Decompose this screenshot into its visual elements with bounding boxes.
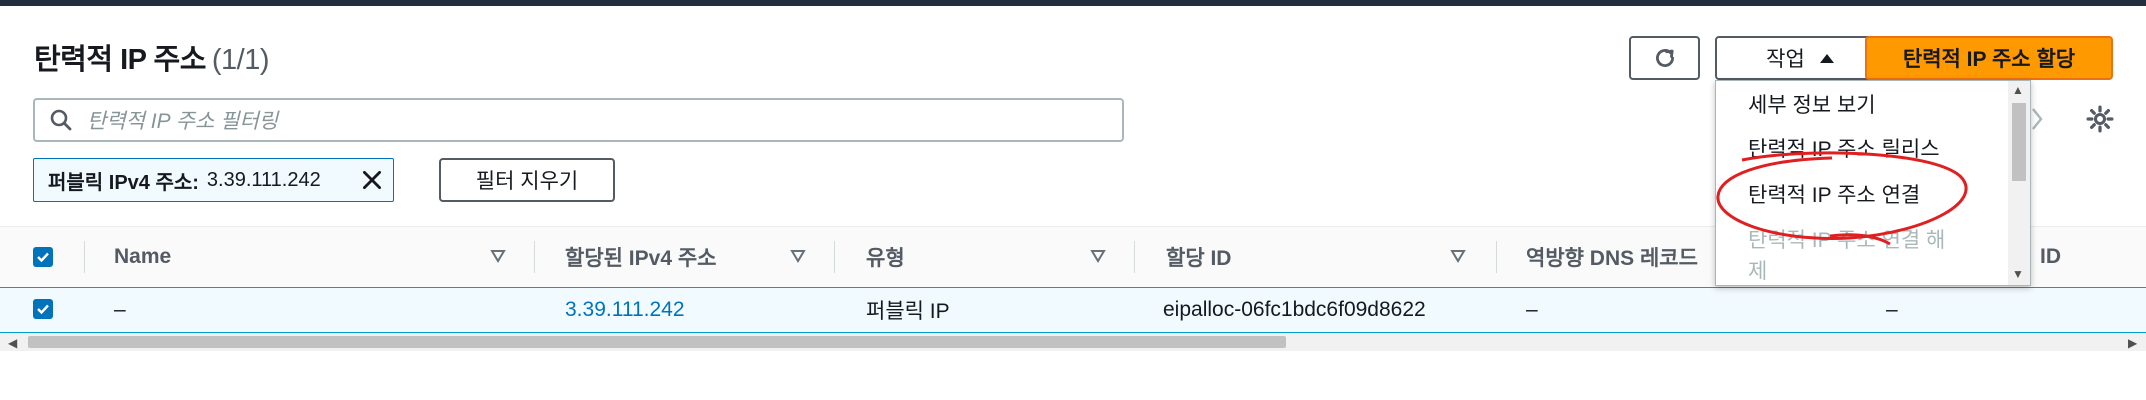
scroll-right-icon[interactable]: ▶ bbox=[2128, 336, 2137, 350]
cell-allocation-id: eipalloc-06fc1bdc6f09d8622 bbox=[1163, 298, 1426, 321]
cell-type: 퍼블릭 IP bbox=[866, 300, 950, 323]
selection-count: (1/1) bbox=[211, 44, 270, 76]
horizontal-scrollbar[interactable]: ◀ ▶ bbox=[0, 333, 2146, 351]
menu-item-release-eip[interactable]: 탄력적 IP 주소 릴리스 bbox=[1748, 133, 1940, 163]
column-header-label: Name bbox=[114, 245, 172, 268]
eip-panel: 탄력적 IP 주소 (1/1) 작업 탄력적 IP 주소 할당 탄력적 IP 주소… bbox=[0, 6, 2146, 400]
actions-button[interactable]: 작업 bbox=[1715, 36, 1886, 80]
column-header-label: 역방향 DNS 레코드 bbox=[1526, 247, 1698, 270]
sort-icon[interactable] bbox=[790, 249, 806, 263]
filter-token-key: 퍼블릭 IPv4 주소: bbox=[48, 171, 199, 194]
column-divider bbox=[1134, 241, 1135, 273]
actions-dropdown-menu: 세부 정보 보기 탄력적 IP 주소 릴리스 탄력적 IP 주소 연결 탄력적 … bbox=[1715, 80, 2031, 286]
column-divider bbox=[834, 241, 835, 273]
column-header-label: 할당된 IPv4 주소 bbox=[565, 247, 717, 270]
menu-item-view-details[interactable]: 세부 정보 보기 bbox=[1748, 89, 1876, 119]
close-icon[interactable] bbox=[359, 167, 385, 193]
column-header-label: ID bbox=[2040, 245, 2061, 268]
menu-scrollbar-thumb[interactable] bbox=[2012, 103, 2026, 181]
cell-reverse-dns: – bbox=[1526, 298, 1538, 321]
clear-filters-button[interactable]: 필터 지우기 bbox=[439, 158, 615, 202]
cell-ipv4-link[interactable]: 3.39.111.242 bbox=[565, 288, 685, 332]
scroll-down-icon[interactable]: ▼ bbox=[2012, 267, 2024, 281]
gear-icon[interactable] bbox=[2085, 104, 2115, 134]
checkbox-checked-icon bbox=[37, 252, 49, 263]
column-header-ipv4[interactable]: 할당된 IPv4 주소 bbox=[565, 227, 716, 287]
sort-icon[interactable] bbox=[490, 249, 506, 263]
filter-token: 퍼블릭 IPv4 주소: 3.39.111.242 bbox=[33, 158, 394, 202]
cell-name: – bbox=[114, 298, 126, 321]
column-header-type[interactable]: 유형 bbox=[866, 227, 905, 287]
refresh-button[interactable] bbox=[1629, 36, 1700, 80]
column-divider bbox=[84, 241, 85, 273]
allocate-eip-button[interactable]: 탄력적 IP 주소 할당 bbox=[1865, 36, 2113, 80]
allocate-eip-label: 탄력적 IP 주소 할당 bbox=[1902, 48, 2076, 71]
scrollbar-thumb[interactable] bbox=[28, 336, 1286, 348]
select-all-checkbox[interactable] bbox=[33, 247, 53, 267]
column-header-label: 할당 ID bbox=[1166, 247, 1232, 270]
search-icon bbox=[50, 109, 72, 131]
page-title: 탄력적 IP 주소 (1/1) bbox=[34, 36, 270, 78]
scroll-up-icon[interactable]: ▲ bbox=[2012, 83, 2024, 97]
page-title-text: 탄력적 IP 주소 bbox=[34, 44, 206, 76]
search-field[interactable]: 탄력적 IP 주소 필터링 bbox=[33, 98, 1124, 142]
menu-item-associate-eip[interactable]: 탄력적 IP 주소 연결 bbox=[1748, 179, 1920, 209]
menu-scrollbar[interactable]: ▲ ▼ bbox=[2008, 81, 2030, 285]
column-header-allocation-id[interactable]: 할당 ID bbox=[1166, 227, 1231, 287]
filter-token-value: 3.39.111.242 bbox=[206, 168, 321, 191]
column-header-reverse-dns[interactable]: 역방향 DNS 레코드 bbox=[1526, 227, 1698, 287]
cell-id: – bbox=[1886, 298, 1898, 321]
menu-item-disassociate-eip: 탄력적 IP 주소 연결 해 bbox=[1748, 229, 1946, 252]
column-header-id[interactable]: ID bbox=[2040, 227, 2061, 287]
column-header-name[interactable]: Name bbox=[114, 227, 171, 287]
search-placeholder: 탄력적 IP 주소 필터링 bbox=[87, 110, 279, 133]
refresh-icon bbox=[1655, 49, 1674, 67]
sort-icon[interactable] bbox=[1450, 249, 1466, 263]
column-header-label: 유형 bbox=[866, 247, 905, 270]
menu-item-disassociate-eip-wrap: 제 bbox=[1748, 260, 1768, 283]
sort-icon[interactable] bbox=[1090, 249, 1106, 263]
chevron-right-icon[interactable] bbox=[2030, 106, 2044, 132]
row-checkbox[interactable] bbox=[33, 299, 53, 319]
table-row[interactable]: – 3.39.111.242 퍼블릭 IP eipalloc-06fc1bdc6… bbox=[0, 287, 2146, 333]
clear-filters-label: 필터 지우기 bbox=[475, 170, 579, 193]
column-divider bbox=[1496, 241, 1497, 273]
scroll-left-icon[interactable]: ◀ bbox=[8, 336, 17, 350]
actions-button-label: 작업 bbox=[1766, 48, 1805, 71]
checkbox-checked-icon bbox=[37, 304, 49, 315]
caret-up-icon bbox=[1819, 54, 1834, 63]
column-divider bbox=[534, 241, 535, 273]
